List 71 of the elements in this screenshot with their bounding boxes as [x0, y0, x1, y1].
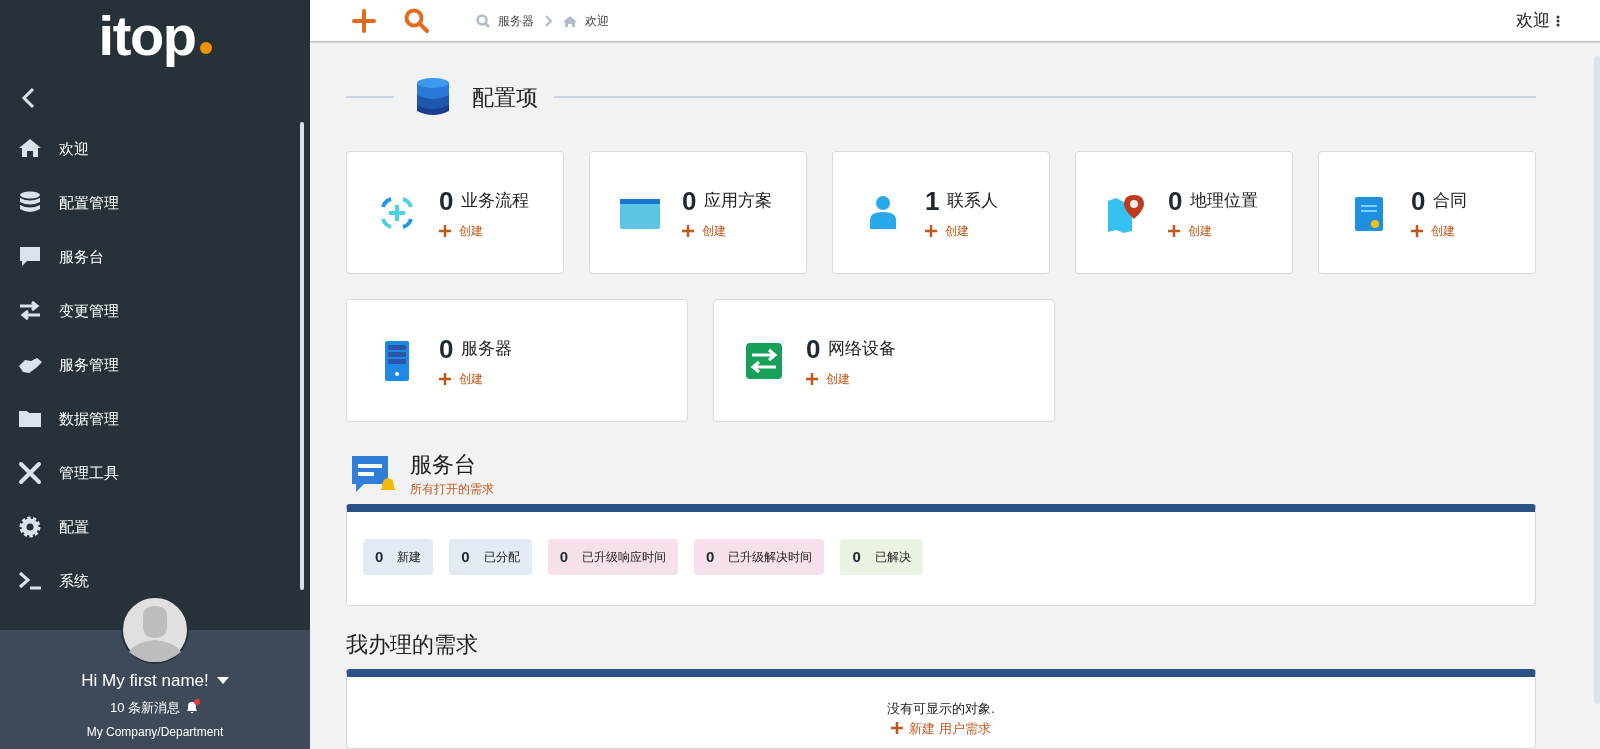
user-greeting[interactable]: Hi My first name! — [81, 668, 209, 694]
add-icon[interactable] — [352, 8, 376, 33]
bell-icon[interactable] — [184, 699, 201, 716]
home-icon — [563, 13, 577, 28]
chevron-icon — [544, 14, 553, 27]
count-link[interactable]: 0 — [1411, 185, 1426, 216]
status-badge[interactable]: 0 已解决 — [840, 539, 923, 575]
user-menu[interactable]: 欢迎 — [1516, 7, 1550, 34]
card-label: 服务器 — [461, 337, 513, 360]
sidebar-item[interactable]: 管理工具 — [0, 446, 310, 500]
sidebar-scrollbar[interactable] — [300, 122, 304, 590]
new-request-link[interactable]: 新建 用户需求 — [891, 718, 991, 738]
section-title: 我办理的需求 — [346, 631, 479, 659]
logo-dot-icon — [199, 42, 212, 54]
card-label: 合同 — [1433, 189, 1468, 212]
plus-icon — [682, 224, 694, 237]
status-badge[interactable]: 0 已分配 — [449, 539, 532, 575]
card-label: 地理位置 — [1190, 189, 1259, 212]
caret-icon[interactable] — [216, 676, 229, 685]
card-label: 联系人 — [947, 189, 999, 212]
create-link[interactable]: 创建 — [439, 221, 530, 240]
database-icon — [416, 77, 450, 117]
create-link[interactable]: 创建 — [925, 221, 999, 240]
card-label: 应用方案 — [704, 189, 773, 212]
create-link[interactable]: 创建 — [806, 369, 897, 388]
status-badge[interactable]: 0 新建 — [363, 539, 434, 575]
count-link[interactable]: 0 — [439, 185, 454, 216]
empty-message: 没有可显示的对象. — [887, 700, 995, 718]
card-label: 业务流程 — [461, 189, 530, 212]
sidebar-item[interactable]: 系统 — [0, 554, 310, 608]
sidebar-item[interactable]: 数据管理 — [0, 392, 310, 446]
create-link[interactable]: 创建 — [439, 369, 513, 388]
search-icon — [476, 13, 490, 28]
plus-icon — [1168, 224, 1180, 237]
count-link[interactable]: 1 — [925, 185, 940, 216]
section-subtitle: 所有打开的需求 — [410, 481, 494, 498]
arrows-exchange-icon — [744, 340, 784, 381]
plus-icon — [1411, 224, 1423, 237]
organization-name: My Company/Department — [86, 724, 224, 741]
count-link[interactable]: 0 — [439, 333, 454, 364]
create-link[interactable]: 创建 — [1168, 221, 1259, 240]
sidebar-item[interactable]: 配置管理 — [0, 176, 310, 230]
create-link[interactable]: 创建 — [1411, 221, 1468, 240]
sidebar-item[interactable]: 服务管理 — [0, 338, 310, 392]
status-badge[interactable]: 0 已升级响应时间 — [547, 539, 679, 575]
breadcrumb-link[interactable]: 欢迎 — [563, 11, 609, 30]
avatar-icon[interactable] — [121, 596, 189, 664]
status-badge[interactable]: 0 已升级解决时间 — [694, 539, 825, 575]
sidebar-item[interactable]: 欢迎 — [0, 122, 310, 176]
plus-icon — [806, 372, 818, 385]
plus-icon — [439, 224, 451, 237]
plus-icon — [439, 372, 451, 385]
breadcrumb-link[interactable]: 服务器 — [476, 11, 534, 30]
sidebar-item[interactable]: 服务台 — [0, 230, 310, 284]
plus-icon — [891, 722, 904, 735]
count-link[interactable]: 0 — [806, 333, 821, 364]
plus-icon — [925, 224, 937, 237]
card-label: 网络设备 — [828, 337, 897, 360]
logo[interactable]: itop — [98, 6, 196, 66]
section-title: 服务台 — [410, 451, 477, 479]
sidebar-item[interactable]: 配置 — [0, 500, 310, 554]
create-link[interactable]: 创建 — [682, 221, 773, 240]
notification-count[interactable]: 10 条新消息 — [109, 697, 181, 717]
search-icon[interactable] — [404, 7, 430, 34]
more-icon[interactable] — [1556, 14, 1560, 27]
map-pin-icon — [1106, 192, 1146, 233]
sidebar-item[interactable]: 变更管理 — [0, 284, 310, 338]
count-link[interactable]: 0 — [1168, 185, 1183, 216]
gear-icon — [17, 514, 43, 540]
count-link[interactable]: 0 — [682, 185, 697, 216]
section-title: 配置项 — [472, 83, 538, 112]
